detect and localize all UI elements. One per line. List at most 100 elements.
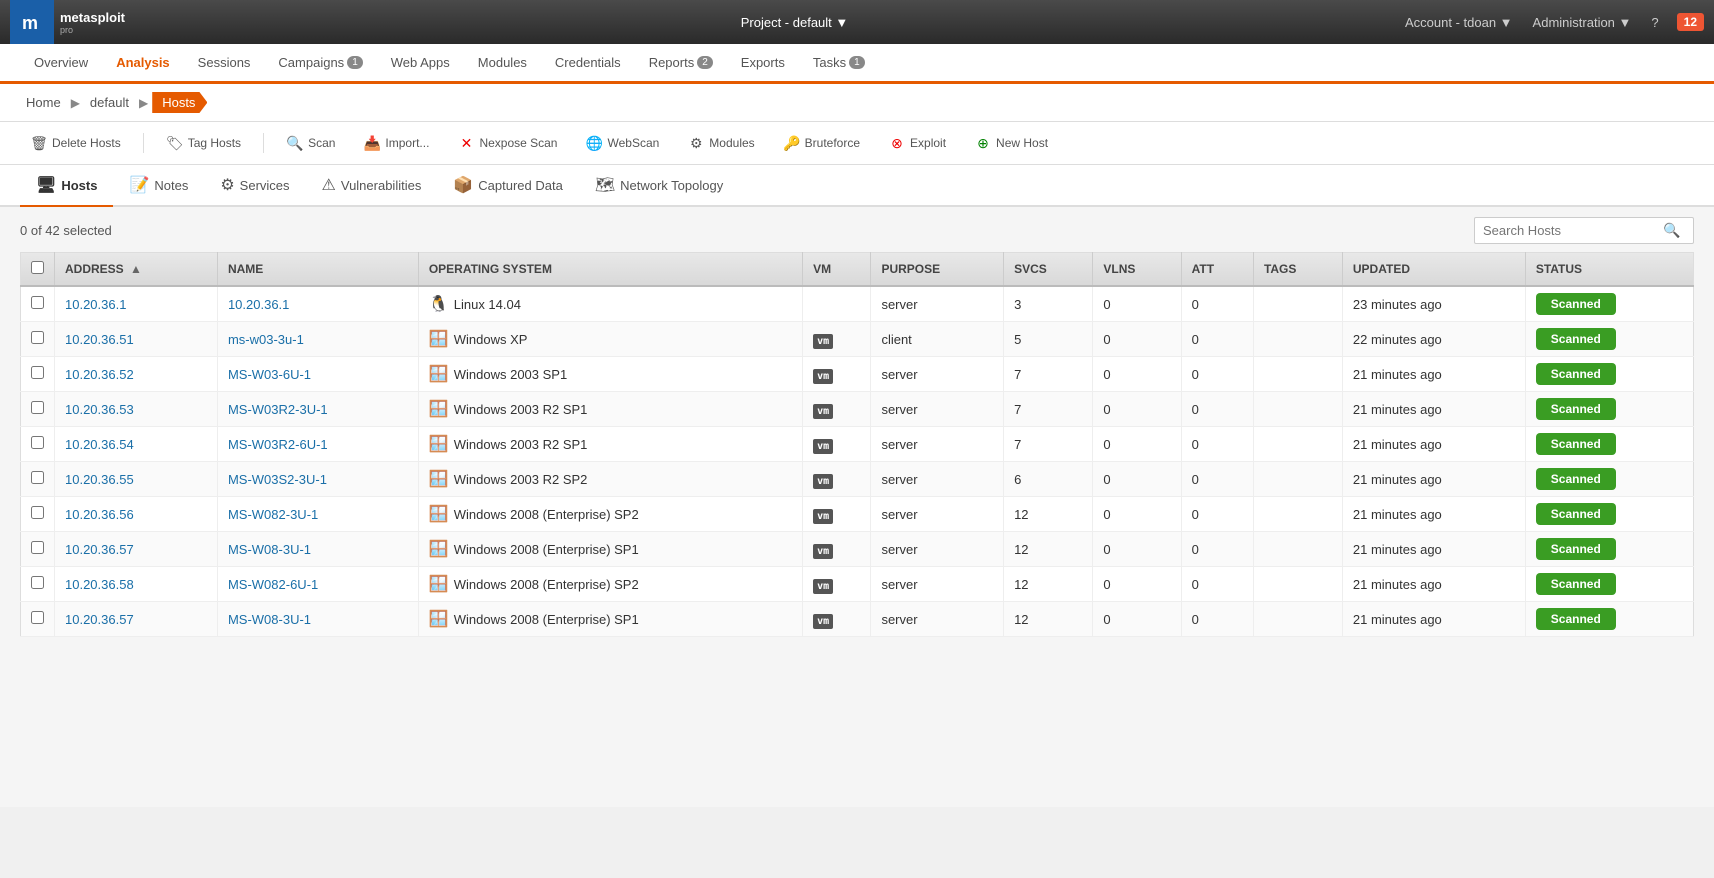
row-name[interactable]: ms-w03-3u-1 [217, 322, 418, 357]
breadcrumb-default[interactable]: default [84, 93, 135, 112]
row-address[interactable]: 10.20.36.56 [55, 497, 218, 532]
col-status[interactable]: STATUS [1525, 253, 1693, 287]
tab-network-topology[interactable]: 🗺 Network Topology [579, 165, 739, 207]
row-vlns: 0 [1093, 462, 1181, 497]
search-input[interactable] [1483, 223, 1663, 238]
exploit-icon: ⊗ [888, 134, 906, 152]
row-status: Scanned [1525, 427, 1693, 462]
row-checkbox-7[interactable] [31, 541, 44, 554]
scan-label: Scan [308, 136, 335, 150]
col-address[interactable]: ADDRESS ▲ [55, 253, 218, 287]
nav-campaigns[interactable]: Campaigns 1 [264, 44, 376, 84]
row-name[interactable]: MS-W08-3U-1 [217, 532, 418, 567]
webscan-button[interactable]: 🌐 WebScan [575, 130, 669, 156]
row-checkbox-1[interactable] [31, 331, 44, 344]
bruteforce-button[interactable]: 🔑 Bruteforce [773, 130, 870, 156]
administration-dropdown[interactable]: Administration ▼ [1527, 13, 1638, 32]
nav-overview[interactable]: Overview [20, 44, 102, 84]
row-purpose: client [871, 322, 1004, 357]
row-os: 🪟 Windows 2008 (Enterprise) SP2 [418, 497, 802, 532]
nav-webapps[interactable]: Web Apps [377, 44, 464, 84]
row-address[interactable]: 10.20.36.58 [55, 567, 218, 602]
scan-button[interactable]: 🔍 Scan [276, 130, 345, 156]
project-dropdown[interactable]: Project - default ▼ [733, 11, 857, 34]
windows-os-icon: 🪟 [429, 469, 449, 489]
row-address[interactable]: 10.20.36.54 [55, 427, 218, 462]
row-name[interactable]: 10.20.36.1 [217, 286, 418, 322]
nav-exports[interactable]: Exports [727, 44, 799, 84]
nav-modules[interactable]: Modules [464, 44, 541, 84]
row-vlns: 0 [1093, 567, 1181, 602]
col-purpose[interactable]: PURPOSE [871, 253, 1004, 287]
select-all-header[interactable] [21, 253, 55, 287]
col-name[interactable]: NAME [217, 253, 418, 287]
row-name[interactable]: MS-W082-6U-1 [217, 567, 418, 602]
help-button[interactable]: ? [1645, 13, 1664, 32]
nav-reports[interactable]: Reports 2 [635, 44, 727, 84]
row-checkbox-9[interactable] [31, 611, 44, 624]
delete-hosts-label: Delete Hosts [52, 136, 121, 150]
row-address[interactable]: 10.20.36.51 [55, 322, 218, 357]
row-status: Scanned [1525, 602, 1693, 637]
row-checkbox-2[interactable] [31, 366, 44, 379]
col-vlns[interactable]: VLNS [1093, 253, 1181, 287]
search-box: 🔍 [1474, 217, 1694, 244]
col-svcs[interactable]: SVCS [1004, 253, 1093, 287]
row-address[interactable]: 10.20.36.57 [55, 532, 218, 567]
col-att[interactable]: ATT [1181, 253, 1253, 287]
row-checkbox-cell [21, 322, 55, 357]
logo-icon: m [10, 0, 54, 44]
row-address[interactable]: 10.20.36.55 [55, 462, 218, 497]
row-address[interactable]: 10.20.36.1 [55, 286, 218, 322]
row-checkbox-3[interactable] [31, 401, 44, 414]
row-address[interactable]: 10.20.36.53 [55, 392, 218, 427]
col-updated[interactable]: UPDATED [1342, 253, 1525, 287]
row-name[interactable]: MS-W03R2-3U-1 [217, 392, 418, 427]
row-att: 0 [1181, 286, 1253, 322]
tab-services[interactable]: ⚙ Services [204, 165, 305, 207]
row-address[interactable]: 10.20.36.57 [55, 602, 218, 637]
nav-credentials[interactable]: Credentials [541, 44, 635, 84]
col-os[interactable]: OPERATING SYSTEM [418, 253, 802, 287]
table-header-row: ADDRESS ▲ NAME OPERATING SYSTEM VM PURPO… [21, 253, 1694, 287]
row-checkbox-5[interactable] [31, 471, 44, 484]
tab-hosts[interactable]: 🖥 Hosts [20, 165, 113, 207]
exploit-button[interactable]: ⊗ Exploit [878, 130, 956, 156]
nexpose-scan-button[interactable]: ✕ Nexpose Scan [447, 130, 567, 156]
table-row: 10.20.36.55 MS-W03S2-3U-1 🪟 Windows 2003… [21, 462, 1694, 497]
import-button[interactable]: 📥 Import... [353, 130, 439, 156]
delete-hosts-button[interactable]: 🗑 Delete Hosts [20, 130, 131, 156]
row-name[interactable]: MS-W03-6U-1 [217, 357, 418, 392]
col-vm[interactable]: VM [803, 253, 871, 287]
tag-hosts-button[interactable]: 🏷 Tag Hosts [156, 130, 251, 156]
row-address[interactable]: 10.20.36.52 [55, 357, 218, 392]
modules-button[interactable]: ⚙ Modules [677, 130, 764, 156]
row-name[interactable]: MS-W08-3U-1 [217, 602, 418, 637]
tab-vulnerabilities[interactable]: ⚠ Vulnerabilities [306, 165, 438, 207]
nav-tasks[interactable]: Tasks 1 [799, 44, 879, 84]
tab-captured-data[interactable]: 📦 Captured Data [437, 165, 578, 207]
row-name[interactable]: MS-W082-3U-1 [217, 497, 418, 532]
row-tags [1253, 322, 1342, 357]
row-vm: vm [803, 427, 871, 462]
row-name[interactable]: MS-W03R2-6U-1 [217, 427, 418, 462]
row-checkbox-4[interactable] [31, 436, 44, 449]
row-checkbox-6[interactable] [31, 506, 44, 519]
row-checkbox-cell [21, 532, 55, 567]
tab-notes[interactable]: 📝 Notes [113, 165, 204, 207]
row-name[interactable]: MS-W03S2-3U-1 [217, 462, 418, 497]
nav-analysis[interactable]: Analysis [102, 44, 183, 84]
row-checkbox-0[interactable] [31, 296, 44, 309]
nav-sessions[interactable]: Sessions [184, 44, 265, 84]
row-os: 🪟 Windows 2008 (Enterprise) SP1 [418, 532, 802, 567]
select-all-checkbox[interactable] [31, 261, 44, 274]
notification-badge[interactable]: 12 [1677, 13, 1704, 31]
row-updated: 21 minutes ago [1342, 462, 1525, 497]
row-att: 0 [1181, 532, 1253, 567]
breadcrumb-home[interactable]: Home [20, 93, 67, 112]
row-checkbox-8[interactable] [31, 576, 44, 589]
status-badge: Scanned [1536, 503, 1616, 525]
account-dropdown[interactable]: Account - tdoan ▼ [1399, 13, 1519, 32]
new-host-button[interactable]: ⊕ New Host [964, 130, 1058, 156]
col-tags[interactable]: TAGS [1253, 253, 1342, 287]
